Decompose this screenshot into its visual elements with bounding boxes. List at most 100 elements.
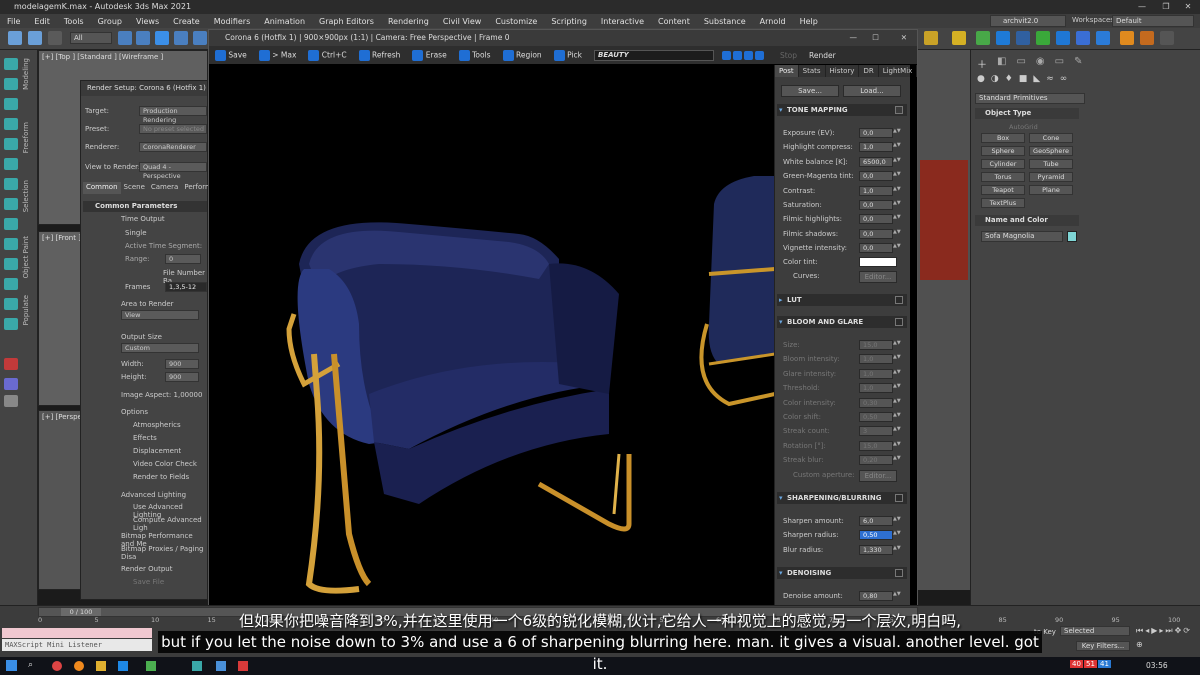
toolbar-more-icon[interactable] bbox=[1160, 31, 1174, 45]
geometry-icon[interactable]: ● bbox=[977, 74, 985, 86]
display-tab-icon[interactable]: ▭ bbox=[1055, 56, 1064, 68]
fb-erase-button[interactable]: Erase bbox=[426, 50, 447, 59]
scale-icon[interactable] bbox=[193, 31, 207, 45]
denoise_rows-spinner-0[interactable]: ▲▼ bbox=[893, 591, 901, 597]
denoising-checkbox[interactable] bbox=[895, 569, 903, 577]
connect-icon[interactable] bbox=[4, 318, 18, 330]
tab-stats[interactable]: Stats bbox=[799, 65, 826, 77]
menu-file[interactable]: File bbox=[0, 17, 27, 26]
render-element-dropdown[interactable]: BEAUTY bbox=[593, 49, 714, 61]
region-icon[interactable] bbox=[502, 49, 514, 61]
text-icon[interactable] bbox=[4, 395, 18, 407]
object-color-swatch[interactable] bbox=[1067, 231, 1077, 242]
menu-civil-view[interactable]: Civil View bbox=[436, 17, 489, 26]
select-object-icon[interactable] bbox=[118, 31, 132, 45]
zoom-out-icon[interactable] bbox=[732, 50, 742, 60]
sharpen_rows-value-2[interactable]: 1,330 bbox=[859, 544, 893, 555]
tone-mapping-checkbox[interactable] bbox=[895, 106, 903, 114]
vertex-icon[interactable] bbox=[4, 98, 18, 110]
modify-tab-icon[interactable]: ◧ bbox=[997, 56, 1006, 68]
app-icon-3[interactable] bbox=[238, 661, 248, 671]
compute-advanced-lighting-checkbox[interactable]: Compute Advanced Ligh bbox=[133, 516, 207, 532]
modeling-tool-icon[interactable] bbox=[4, 58, 18, 70]
start-icon[interactable] bbox=[6, 660, 17, 671]
bloom-glare-section[interactable]: BLOOM AND GLARE bbox=[777, 316, 907, 328]
account-dropdown[interactable]: archvit2.0 bbox=[990, 15, 1066, 27]
target-dropdown[interactable]: Production Rendering bbox=[139, 106, 207, 124]
pick-icon[interactable] bbox=[553, 49, 565, 61]
primitive-textplus-button[interactable]: TextPlus bbox=[981, 198, 1025, 208]
tone_rows-spinner-2[interactable]: ▲▼ bbox=[893, 157, 901, 163]
polygon-icon[interactable] bbox=[4, 158, 18, 170]
link-icon[interactable] bbox=[8, 31, 22, 45]
tab-freeform[interactable]: Freeform bbox=[22, 122, 34, 153]
bloom_rows-value-1[interactable]: 1,0 bbox=[859, 354, 893, 365]
workspace-dropdown[interactable]: Default bbox=[1112, 15, 1194, 27]
copy-icon[interactable] bbox=[308, 49, 320, 61]
primitive-teapot-button[interactable]: Teapot bbox=[981, 185, 1025, 195]
menu-help[interactable]: Help bbox=[793, 17, 825, 26]
preset-dropdown[interactable]: No preset selected bbox=[139, 124, 207, 134]
bloom_rows-value-5[interactable]: 0,50 bbox=[859, 412, 893, 422]
primitive-torus-button[interactable]: Torus bbox=[981, 172, 1025, 182]
tab-modeling[interactable]: Modeling bbox=[22, 58, 34, 90]
move-icon[interactable] bbox=[155, 31, 169, 45]
tone_rows-spinner-7[interactable]: ▲▼ bbox=[893, 229, 901, 235]
view-to-render-dropdown[interactable]: Quad 4 - Perspective bbox=[139, 162, 207, 180]
menu-scripting[interactable]: Scripting bbox=[544, 17, 594, 26]
search-icon[interactable]: ⌕ bbox=[28, 660, 33, 670]
denoise_rows-value-0[interactable]: 0,80 bbox=[859, 591, 893, 601]
sharpen_rows-value-1[interactable]: 0,50 bbox=[859, 530, 893, 541]
menu-edit[interactable]: Edit bbox=[27, 17, 57, 26]
tone_rows-value-7[interactable]: 0,0 bbox=[859, 228, 893, 239]
tone_rows-value-4[interactable]: 1,0 bbox=[859, 185, 893, 196]
bloom-checkbox[interactable] bbox=[895, 318, 903, 326]
menu-content[interactable]: Content bbox=[651, 17, 697, 26]
menu-create[interactable]: Create bbox=[166, 17, 207, 26]
fb-close-button[interactable]: ✕ bbox=[901, 30, 907, 46]
menu-interactive[interactable]: Interactive bbox=[594, 17, 651, 26]
bloom_rows-spinner-4[interactable]: ▲▼ bbox=[893, 398, 901, 404]
fb-render-button[interactable]: Render bbox=[809, 51, 836, 60]
tab-dr[interactable]: DR bbox=[859, 65, 879, 77]
viewport-right-edge[interactable] bbox=[918, 50, 970, 590]
firefox-icon[interactable] bbox=[74, 661, 84, 671]
utilities-tab-icon[interactable]: ✎ bbox=[1074, 56, 1082, 68]
element-icon[interactable] bbox=[4, 178, 18, 190]
shapes-icon[interactable]: ◑ bbox=[991, 74, 999, 86]
substance-icon[interactable] bbox=[1140, 31, 1154, 45]
primitive-plane-button[interactable]: Plane bbox=[1029, 185, 1073, 195]
app-icon-2[interactable] bbox=[216, 661, 226, 671]
tone_rows-spinner-8[interactable]: ▲▼ bbox=[893, 243, 901, 249]
hierarchy-tab-icon[interactable]: ▭ bbox=[1016, 56, 1025, 68]
fb-save-button[interactable]: Save bbox=[228, 50, 246, 59]
layers-icon[interactable] bbox=[1036, 31, 1050, 45]
color-tint-swatch[interactable] bbox=[859, 257, 897, 267]
edit-poly-icon[interactable] bbox=[4, 78, 18, 90]
bloom_rows-spinner-1[interactable]: ▲▼ bbox=[893, 354, 901, 360]
area-to-render-dropdown[interactable]: View bbox=[121, 310, 199, 320]
curves-checkbox[interactable]: Curves: bbox=[793, 272, 820, 280]
menu-modifiers[interactable]: Modifiers bbox=[207, 17, 258, 26]
bloom_rows-value-8[interactable]: 0,20 bbox=[859, 455, 893, 466]
tab-populate[interactable]: Populate bbox=[22, 295, 34, 325]
helpers-icon[interactable]: ◣ bbox=[1033, 74, 1040, 86]
primitive-geosphere-button[interactable]: GeoSphere bbox=[1029, 146, 1073, 156]
selection-filter[interactable]: All bbox=[70, 32, 112, 44]
active-time-radio[interactable]: Active Time Segment: bbox=[125, 242, 202, 250]
bloom_rows-value-6[interactable]: 3 bbox=[859, 426, 893, 437]
primitive-cylinder-button[interactable]: Cylinder bbox=[981, 159, 1025, 169]
tone_rows-value-3[interactable]: 0,0 bbox=[859, 171, 893, 182]
tone_rows-value-8[interactable]: 0,0 bbox=[859, 243, 893, 254]
primitives-dropdown[interactable]: Standard Primitives bbox=[975, 93, 1085, 104]
bloom_rows-spinner-5[interactable]: ▲▼ bbox=[893, 412, 901, 418]
bloom_rows-spinner-6[interactable]: ▲▼ bbox=[893, 426, 901, 432]
atmospherics-checkbox[interactable]: Atmospherics bbox=[133, 421, 181, 429]
tab-post[interactable]: Post bbox=[775, 65, 799, 77]
tab-object-paint[interactable]: Object Paint bbox=[22, 236, 34, 278]
chrome-icon[interactable] bbox=[52, 661, 62, 671]
tone-mapping-section[interactable]: TONE MAPPING bbox=[777, 104, 907, 116]
unlink-icon[interactable] bbox=[28, 31, 42, 45]
menu-animation[interactable]: Animation bbox=[257, 17, 312, 26]
swift-loop-icon[interactable] bbox=[4, 198, 18, 210]
